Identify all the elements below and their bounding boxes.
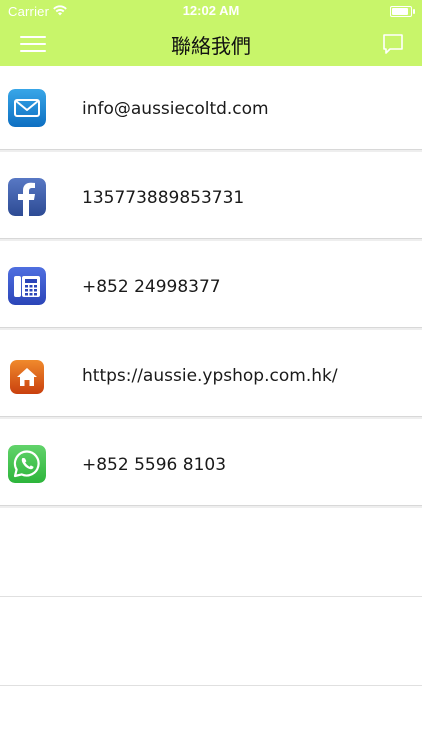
facebook-icon [8,178,46,216]
email-icon [8,89,46,127]
status-time: 12:02 AM [182,3,240,18]
contact-row-whatsapp[interactable]: +852 5596 8103 [0,422,422,506]
top-bar: Carrier 12:02 AM 聯絡我們 [0,0,422,66]
contact-list: info@aussiecoltd.com 135773889853731 +85… [0,66,422,511]
whatsapp-icon [8,445,46,483]
battery-level [392,8,408,15]
chat-icon[interactable] [382,33,404,55]
contact-row-phone[interactable]: +852 24998377 [0,244,422,328]
contact-row-email[interactable]: info@aussiecoltd.com [0,66,422,150]
contact-row-facebook[interactable]: 135773889853731 [0,155,422,239]
navigation-bar: 聯絡我們 [0,22,422,66]
battery-icon [390,6,415,17]
facebook-value: 135773889853731 [82,188,245,208]
website-value: https://aussie.ypshop.com.hk/ [82,366,338,386]
divider [0,685,422,686]
status-bar: Carrier 12:02 AM [0,0,422,22]
whatsapp-value: +852 5596 8103 [82,455,227,475]
home-icon [10,360,44,394]
contact-row-website[interactable]: https://aussie.ypshop.com.hk/ [0,333,422,417]
page-title: 聯絡我們 [171,34,251,58]
email-value: info@aussiecoltd.com [82,99,269,119]
phone-icon [8,267,46,305]
phone-value: +852 24998377 [82,277,221,297]
divider [0,596,422,597]
